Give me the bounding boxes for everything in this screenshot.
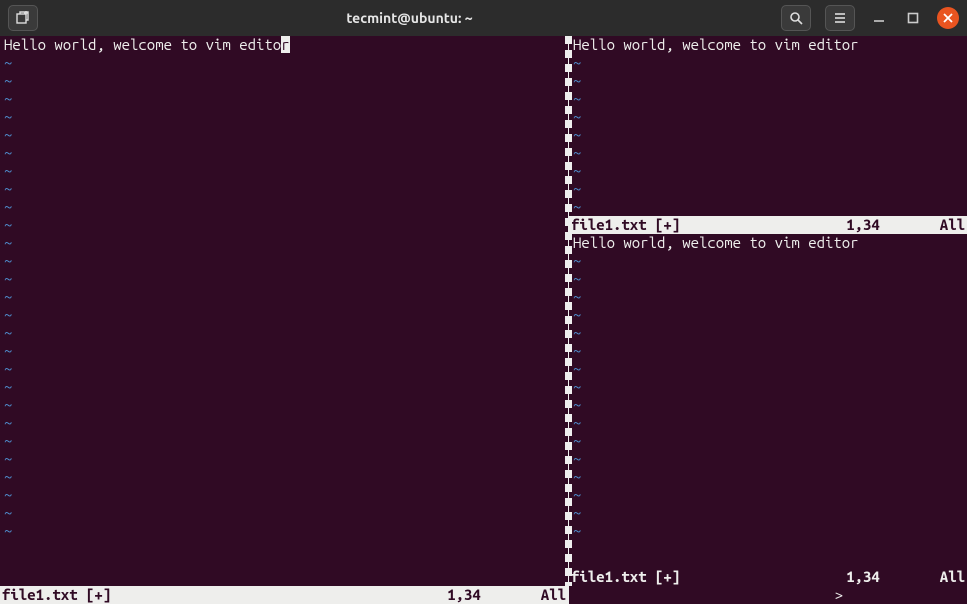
status-position: 1,34	[447, 586, 481, 604]
new-tab-icon	[16, 11, 30, 25]
menu-button[interactable]	[825, 5, 855, 31]
tilde-line: ~	[573, 180, 581, 197]
tilde-line: ~	[573, 54, 581, 71]
vim-pane-right: Hello world, welcome to vim editor ~ ~ ~…	[569, 36, 967, 604]
tilde-line: ~	[4, 378, 12, 395]
status-percent: All	[541, 586, 566, 604]
tilde-line: ~	[573, 108, 581, 125]
tilde-line: ~	[4, 486, 12, 503]
status-percent: All	[940, 568, 965, 586]
close-icon	[943, 13, 953, 23]
text-line: Hello world, welcome to vim edito	[4, 36, 281, 53]
titlebar: tecmint@ubuntu: ~	[0, 0, 967, 36]
status-filename: file1.txt [+]	[2, 586, 111, 604]
tilde-line: ~	[4, 450, 12, 467]
search-icon	[789, 11, 803, 25]
tilde-line: ~	[4, 234, 12, 251]
tilde-line: ~	[4, 522, 12, 539]
tilde-line: ~	[4, 72, 12, 89]
cursor: r	[281, 36, 289, 53]
tilde-line: ~	[573, 450, 581, 467]
text-line: Hello world, welcome to vim editor	[573, 36, 859, 53]
titlebar-right	[781, 5, 959, 31]
status-position: 1,34	[846, 216, 880, 234]
vim-pane-right-top[interactable]: Hello world, welcome to vim editor ~ ~ ~…	[569, 36, 967, 234]
tilde-line: ~	[573, 126, 581, 143]
command-prompt: >	[835, 586, 843, 604]
tilde-line: ~	[4, 144, 12, 161]
tilde-line: ~	[573, 270, 581, 287]
editor-content-right-bottom[interactable]: Hello world, welcome to vim editor ~ ~ ~…	[569, 234, 967, 568]
tilde-line: ~	[573, 198, 581, 215]
tilde-line: ~	[4, 360, 12, 377]
tilde-line: ~	[4, 504, 12, 521]
tilde-line: ~	[573, 396, 581, 413]
vim-pane-left[interactable]: Hello world, welcome to vim editor ~ ~ ~…	[0, 36, 568, 604]
editor-content-left[interactable]: Hello world, welcome to vim editor ~ ~ ~…	[0, 36, 568, 586]
tilde-line: ~	[4, 126, 12, 143]
tilde-line: ~	[4, 198, 12, 215]
status-position: 1,34	[846, 568, 880, 586]
tilde-line: ~	[573, 432, 581, 449]
tilde-line: ~	[4, 54, 12, 71]
search-button[interactable]	[781, 5, 811, 31]
tilde-line: ~	[4, 90, 12, 107]
tilde-line: ~	[4, 396, 12, 413]
tilde-line: ~	[573, 162, 581, 179]
titlebar-left	[8, 5, 38, 31]
editor-content-right-top[interactable]: Hello world, welcome to vim editor ~ ~ ~…	[569, 36, 967, 216]
tilde-line: ~	[4, 270, 12, 287]
tilde-line: ~	[573, 144, 581, 161]
tilde-line: ~	[573, 252, 581, 269]
tilde-line: ~	[4, 432, 12, 449]
tilde-line: ~	[573, 324, 581, 341]
tilde-line: ~	[4, 108, 12, 125]
tilde-line: ~	[4, 288, 12, 305]
status-filename: file1.txt [+]	[571, 568, 680, 586]
tilde-line: ~	[4, 414, 12, 431]
tilde-line: ~	[573, 468, 581, 485]
tilde-line: ~	[4, 252, 12, 269]
new-tab-button[interactable]	[8, 5, 38, 31]
tilde-line: ~	[573, 342, 581, 359]
window-title: tecmint@ubuntu: ~	[38, 10, 781, 26]
tilde-line: ~	[4, 468, 12, 485]
tilde-line: ~	[573, 414, 581, 431]
maximize-button[interactable]	[903, 12, 923, 24]
vertical-split-divider[interactable]	[568, 36, 569, 604]
vim-pane-right-bottom[interactable]: Hello world, welcome to vim editor ~ ~ ~…	[569, 234, 967, 604]
tilde-line: ~	[573, 288, 581, 305]
minimize-button[interactable]	[869, 12, 889, 24]
tilde-line: ~	[573, 486, 581, 503]
terminal-body[interactable]: Hello world, welcome to vim editor ~ ~ ~…	[0, 36, 967, 604]
statusbar-right-top: file1.txt [+] 1,34 All	[569, 216, 967, 234]
hamburger-icon	[833, 11, 847, 25]
tilde-line: ~	[4, 216, 12, 233]
close-button[interactable]	[937, 7, 959, 29]
statusbar-left: file1.txt [+] 1,34 All	[0, 586, 568, 604]
tilde-line: ~	[573, 90, 581, 107]
tilde-line: ~	[4, 324, 12, 341]
tilde-line: ~	[573, 306, 581, 323]
tilde-line: ~	[573, 360, 581, 377]
tilde-line: ~	[4, 342, 12, 359]
status-filename: file1.txt [+]	[571, 216, 680, 234]
tilde-line: ~	[573, 504, 581, 521]
minimize-icon	[873, 12, 885, 24]
tilde-line: ~	[4, 180, 12, 197]
terminal-window: tecmint@ubuntu: ~	[0, 0, 967, 604]
statusbar-right-bottom: file1.txt [+] 1,34 All	[569, 568, 967, 586]
text-line: Hello world, welcome to vim editor	[573, 234, 859, 251]
tilde-line: ~	[573, 522, 581, 539]
command-line[interactable]: >	[569, 586, 967, 604]
status-percent: All	[940, 216, 965, 234]
maximize-icon	[907, 12, 919, 24]
tilde-line: ~	[4, 162, 12, 179]
tilde-line: ~	[4, 306, 12, 323]
tilde-line: ~	[573, 72, 581, 89]
tilde-line: ~	[573, 378, 581, 395]
